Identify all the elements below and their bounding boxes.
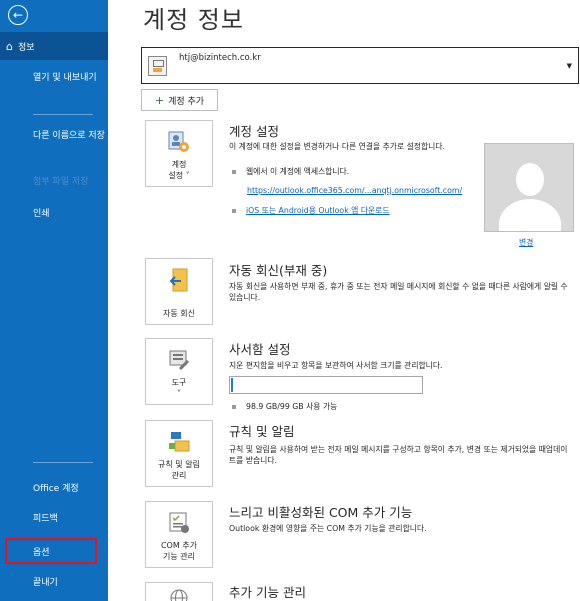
account-settings-title: 계정 설정 [229,124,279,139]
com-addins-desc: Outlook 환경에 영향을 주는 COM 추가 기능을 관리합니다. [229,524,427,533]
tile-label: 계정 [171,160,187,169]
chevron-down-icon: ▼ [566,62,572,70]
manage-addins-button[interactable] [145,582,213,601]
rules-desc: 규칙 및 알림을 사용하여 받는 전자 메일 메시지를 구성하고 항목이 추가,… [229,445,568,465]
bullet-item: 98.9 GB/99 GB 사용 가능 [232,401,337,412]
tile-label: 규칙 및 알림 [158,460,200,469]
mailbox-tools-icon [169,350,190,371]
com-addins-button[interactable]: COM 추가 기능 관리 [145,501,213,568]
com-addins-icon [169,512,189,533]
account-settings-button[interactable]: 계정 설정 ˅ [145,120,213,187]
add-account-button[interactable]: + 계정 추가 [141,89,218,111]
nav-save-attachments[interactable]: 첨부 파일 저장 [0,174,108,187]
mailbox-tools-button[interactable]: 도구 ˅ [145,338,213,405]
tile-label: 도구 [171,378,187,387]
rules-alerts-icon [169,432,190,452]
account-selector[interactable]: htj@bizintech.co.kr ▼ [141,47,579,84]
mailbox-usage-bar [229,376,423,394]
globe-icon [170,589,188,601]
account-settings-icon [168,131,189,152]
plus-icon: + [154,93,165,107]
mailbox-desc: 지운 편지함을 비우고 항목을 보관하여 사서함 크기를 관리합니다. [229,361,443,370]
nav-office-account[interactable]: Office 계정 [0,481,108,494]
nav-info[interactable]: ⌂ 정보 [0,32,108,60]
nav-info-label: 정보 [17,42,35,53]
com-addins-title: 느리고 비활성화된 COM 추가 기능 [229,505,413,520]
avatar-body [499,199,561,231]
bullet-icon [232,405,236,409]
avatar-head [516,163,544,196]
home-icon: ⌂ [6,39,13,53]
web-access-text: 웹에서 이 계정에 액세스합니다. [246,167,350,176]
tile-label: ˅ [177,388,181,398]
add-account-label: 계정 추가 [168,96,205,107]
auto-reply-icon [169,268,188,292]
tile-label: COM 추가 [160,541,198,550]
back-arrow-icon[interactable]: ← [8,5,28,25]
auto-reply-desc: 자동 회신을 사용하면 부재 중, 휴가 중 또는 전자 메일 메시지에 회신할… [229,282,568,302]
account-settings-desc: 이 계정에 대한 설정을 변경하거나 다른 연결을 추가로 설정합니다. [229,142,445,151]
bullet-icon [232,170,236,174]
tile-label: 설정 ˅ [168,170,190,180]
account-email: htj@bizintech.co.kr [179,53,261,63]
tile-label: 기능 관리 [163,551,195,561]
mailbox-usage-fill [231,378,233,392]
nav-exit[interactable]: 끝내기 [0,575,108,588]
rules-title: 규칙 및 알림 [229,424,295,439]
nav-feedback[interactable]: 피드백 [0,511,108,524]
rules-alerts-button[interactable]: 규칙 및 알림 관리 [145,420,213,487]
backstage-sidebar: ← ⌂ 정보 열기 및 내보내기 다른 이름으로 저장 첨부 파일 저장 인쇄 … [0,0,108,601]
bullet-item: 웹에서 이 계정에 액세스합니다. [232,166,349,177]
nav-print[interactable]: 인쇄 [0,206,108,219]
auto-reply-title: 자동 회신(부재 중) [229,263,328,278]
tile-label: 관리 [171,470,187,480]
nav-save-as[interactable]: 다른 이름으로 저장 [0,130,108,142]
mailbox-title: 사서함 설정 [229,342,291,357]
web-access-link[interactable]: https://outlook.office365.com/...anqtj.o… [247,186,462,195]
nav-options[interactable]: 옵션 [5,538,97,564]
mailbox-usage-text: 98.9 GB/99 GB 사용 가능 [246,402,338,411]
nav-divider [33,114,93,115]
avatar [484,143,574,232]
change-photo-link[interactable]: 변경 [519,237,533,248]
account-icon [148,56,167,76]
page-title: 계정 정보 [143,6,244,34]
manage-addins-title: 추가 기능 관리 [229,585,306,600]
tile-label: 자동 회신 [163,308,195,318]
mobile-app-link[interactable]: iOS 또는 Android용 Outlook 앱 다운로드 [246,206,390,215]
bullet-icon [232,209,236,213]
bullet-item: iOS 또는 Android용 Outlook 앱 다운로드 [232,205,390,216]
nav-open-export[interactable]: 열기 및 내보내기 [0,72,108,84]
nav-divider [33,462,93,463]
auto-reply-button[interactable]: 자동 회신 [145,258,213,325]
bullet-item: https://outlook.office365.com/...anqtj.o… [247,186,462,195]
